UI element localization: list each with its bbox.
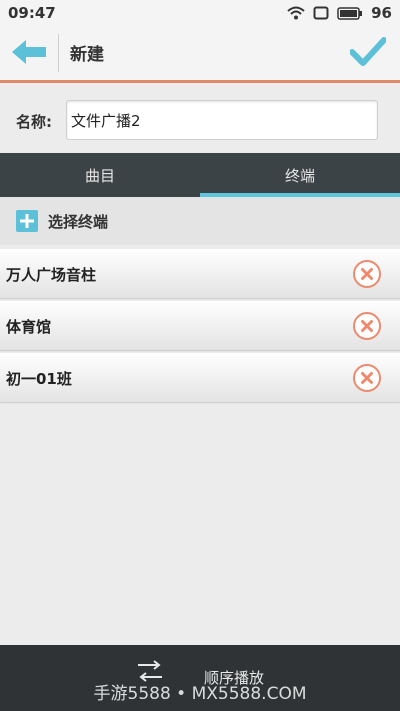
tab-tracks[interactable]: 曲目 bbox=[0, 153, 200, 197]
terminal-name: 万人广场音柱 bbox=[6, 266, 97, 284]
select-terminal-label: 选择终端 bbox=[48, 212, 109, 231]
name-input[interactable] bbox=[66, 100, 378, 140]
remove-icon[interactable] bbox=[352, 311, 382, 341]
name-row: 名称: bbox=[0, 83, 400, 155]
screen-icon bbox=[313, 6, 329, 20]
header: 新建 bbox=[0, 26, 400, 83]
back-arrow-icon bbox=[12, 40, 46, 64]
terminal-name: 初一01班 bbox=[6, 370, 72, 388]
list-item: 万人广场音柱 bbox=[0, 249, 400, 298]
select-terminal-button[interactable]: 选择终端 bbox=[0, 197, 400, 245]
watermark: 手游5588 • MX5588.COM bbox=[93, 684, 307, 704]
battery-level: 96 bbox=[371, 4, 392, 22]
confirm-button[interactable] bbox=[348, 34, 388, 70]
name-label: 名称: bbox=[16, 113, 52, 131]
tab-terminals[interactable]: 终端 bbox=[200, 153, 400, 197]
check-icon bbox=[350, 37, 386, 66]
status-bar: 09:47 96 bbox=[0, 0, 400, 26]
remove-icon[interactable] bbox=[352, 259, 382, 289]
plus-icon bbox=[16, 210, 38, 232]
battery-icon bbox=[337, 6, 363, 20]
wifi-icon bbox=[287, 6, 305, 20]
header-divider bbox=[58, 34, 59, 72]
tab-bar: 曲目 终端 bbox=[0, 153, 400, 197]
list-item: 初一01班 bbox=[0, 353, 400, 402]
status-icons: 96 bbox=[287, 4, 392, 22]
list-item: 体育馆 bbox=[0, 301, 400, 350]
back-button[interactable] bbox=[8, 34, 50, 70]
status-time: 09:47 bbox=[8, 4, 56, 22]
terminal-list: 万人广场音柱 体育馆 初一01班 bbox=[0, 249, 400, 405]
remove-icon[interactable] bbox=[352, 363, 382, 393]
terminal-name: 体育馆 bbox=[6, 318, 52, 336]
page-title: 新建 bbox=[70, 45, 104, 65]
